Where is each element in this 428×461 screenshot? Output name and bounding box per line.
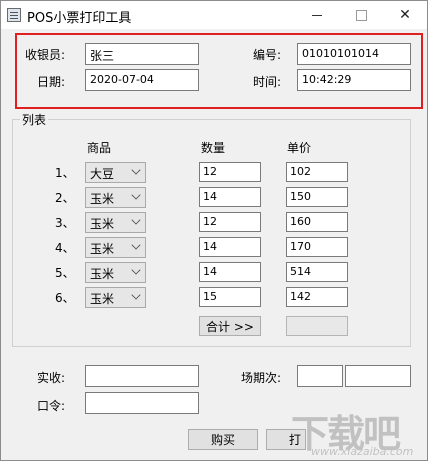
password-field[interactable] xyxy=(85,392,199,414)
buy-button[interactable]: 购买 xyxy=(188,429,258,450)
total-button[interactable]: 合计 >> xyxy=(199,316,261,336)
price-field[interactable]: 150 xyxy=(286,187,348,207)
qty-field[interactable]: 14 xyxy=(199,262,261,282)
chevron-down-icon xyxy=(131,165,141,175)
row-number: 4、 xyxy=(55,241,75,255)
password-label: 口令: xyxy=(37,399,66,413)
row-number: 5、 xyxy=(55,266,75,280)
price-field[interactable]: 514 xyxy=(286,262,348,282)
price-field[interactable]: 160 xyxy=(286,212,348,232)
row-number: 2、 xyxy=(55,191,75,205)
cashier-field[interactable]: 张三 xyxy=(85,43,199,65)
product-select[interactable]: 玉米 xyxy=(85,212,146,233)
price-field[interactable]: 102 xyxy=(286,162,348,182)
qty-field[interactable]: 15 xyxy=(199,287,261,307)
window-title: POS小票打印工具 xyxy=(27,11,132,26)
session-field-1[interactable] xyxy=(297,365,343,387)
product-select-value: 玉米 xyxy=(90,267,115,281)
qty-field[interactable]: 14 xyxy=(199,187,261,207)
received-label: 实收: xyxy=(37,371,66,385)
session-field-2[interactable] xyxy=(345,365,411,387)
qty-field[interactable]: 12 xyxy=(199,212,261,232)
time-field[interactable]: 10:42:29 xyxy=(297,69,411,91)
number-field[interactable]: 01010101014 xyxy=(297,43,411,65)
product-select-value: 玉米 xyxy=(90,217,115,231)
maximize-button[interactable] xyxy=(339,1,383,29)
product-select-value: 大豆 xyxy=(90,167,115,181)
price-field[interactable]: 142 xyxy=(286,287,348,307)
close-button[interactable]: ✕ xyxy=(383,1,427,29)
product-select-value: 玉米 xyxy=(90,242,115,256)
product-select-value: 玉米 xyxy=(90,292,115,306)
product-select[interactable]: 玉米 xyxy=(85,287,146,308)
session-label: 场期次: xyxy=(241,371,282,385)
number-label: 编号: xyxy=(253,48,282,62)
column-header-price: 单价 xyxy=(287,141,312,155)
chevron-down-icon xyxy=(131,290,141,300)
product-select-value: 玉米 xyxy=(90,192,115,206)
product-select[interactable]: 玉米 xyxy=(85,187,146,208)
product-select[interactable]: 大豆 xyxy=(85,162,146,183)
app-window: POS小票打印工具 ✕ 收银员: 张三 编号: 01010101014 日期: … xyxy=(0,0,428,461)
date-label: 日期: xyxy=(37,75,66,89)
chevron-down-icon xyxy=(131,190,141,200)
chevron-down-icon xyxy=(131,215,141,225)
qty-field[interactable]: 14 xyxy=(199,237,261,257)
list-group-title: 列表 xyxy=(20,111,49,128)
chevron-down-icon xyxy=(131,240,141,250)
column-header-qty: 数量 xyxy=(201,141,226,155)
qty-field[interactable]: 12 xyxy=(199,162,261,182)
chevron-down-icon xyxy=(131,265,141,275)
cashier-label: 收银员: xyxy=(25,48,66,62)
date-field[interactable]: 2020-07-04 xyxy=(85,69,199,91)
minimize-button[interactable] xyxy=(295,1,339,29)
column-header-product: 商品 xyxy=(87,141,112,155)
close-icon: ✕ xyxy=(399,7,411,23)
row-number: 1、 xyxy=(55,166,75,180)
printer-app-icon xyxy=(7,8,21,22)
time-label: 时间: xyxy=(253,75,282,89)
total-result-field xyxy=(286,316,348,336)
received-field[interactable] xyxy=(85,365,199,387)
product-select[interactable]: 玉米 xyxy=(85,237,146,258)
price-field[interactable]: 170 xyxy=(286,237,348,257)
watermark-url: www.xiazaiba.com xyxy=(311,445,414,458)
row-number: 3、 xyxy=(55,216,75,230)
product-select[interactable]: 玉米 xyxy=(85,262,146,283)
watermark: 下载吧 www.xiazaiba.com xyxy=(291,401,425,459)
title-bar[interactable]: POS小票打印工具 ✕ xyxy=(1,1,427,29)
row-number: 6、 xyxy=(55,291,75,305)
